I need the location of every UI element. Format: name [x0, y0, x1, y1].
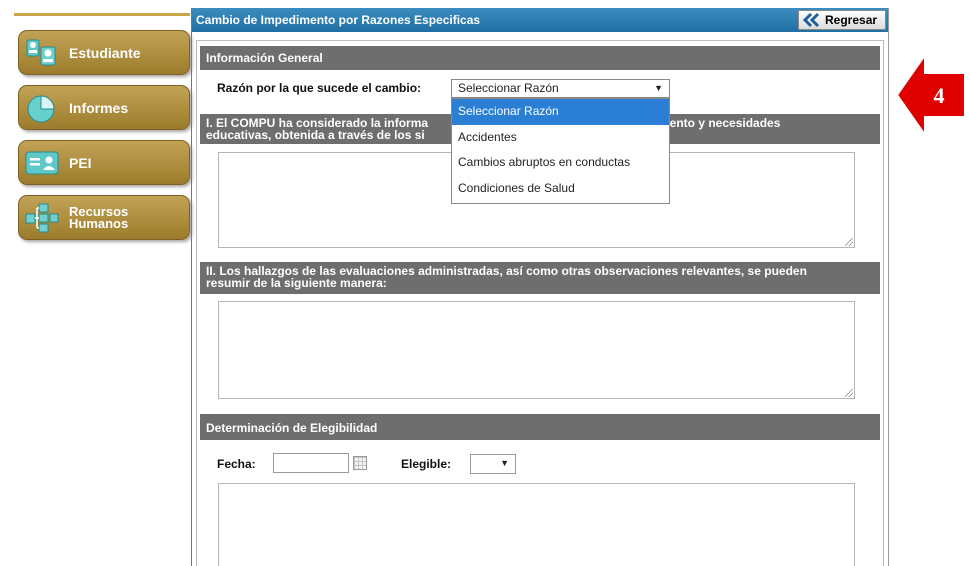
sidebar-item-pei[interactable]: PEI — [18, 140, 190, 185]
sidebar-item-recursos-humanos[interactable]: Recursos Humanos — [18, 195, 190, 240]
fecha-input[interactable] — [273, 453, 349, 473]
dropdown-arrow-icon: ▼ — [500, 458, 509, 468]
elegible-label: Elegible: — [401, 457, 452, 471]
sidebar-item-label: Recursos Humanos — [69, 205, 129, 231]
sidebar-item-label: PEI — [69, 154, 92, 171]
calendar-icon[interactable] — [353, 456, 367, 470]
id-card-icon — [25, 147, 59, 179]
section-hallazgos-line2: resumir de la siguiente manera: — [206, 276, 387, 290]
dropdown-arrow-icon: ▼ — [654, 83, 663, 93]
fecha-label: Fecha: — [217, 457, 256, 471]
page-header: Cambio de Impedimento por Razones Especi… — [192, 8, 888, 32]
pie-chart-icon — [25, 92, 59, 124]
reason-option[interactable]: Cambios abruptos en conductas — [452, 150, 669, 176]
section-title: Determinación de Elegibilidad — [206, 421, 378, 435]
section-hallazgos: II. Los hallazgos de las evaluaciones ad… — [200, 262, 880, 294]
elegibilidad-textarea[interactable] — [218, 483, 855, 566]
content-right-border — [888, 8, 889, 566]
back-button-label: Regresar — [825, 13, 878, 27]
reason-select[interactable]: Seleccionar Razón ▼ — [451, 79, 670, 98]
resize-grip-icon[interactable] — [845, 238, 853, 246]
sidebar-item-informes[interactable]: Informes — [18, 85, 190, 130]
back-button[interactable]: Regresar — [798, 10, 886, 30]
reason-option[interactable]: Accidentes — [452, 125, 669, 151]
org-chart-icon — [25, 202, 59, 234]
section-informacion-general: Información General — [200, 46, 880, 70]
sidebar-item-estudiante[interactable]: Estudiante — [18, 30, 190, 75]
resize-grip-icon[interactable] — [845, 389, 853, 397]
students-icon — [25, 37, 59, 69]
sidebar-item-label: Estudiante — [69, 44, 141, 61]
section-title: Información General — [206, 51, 323, 65]
elegible-select[interactable]: ▼ — [470, 454, 516, 474]
section-elegibilidad: Determinación de Elegibilidad — [200, 414, 880, 440]
sidebar-label-line2: Humanos — [69, 215, 129, 231]
reason-label: Razón por la que sucede el cambio: — [217, 81, 422, 95]
top-divider — [14, 13, 190, 16]
annotation-arrow-icon: 4 — [895, 51, 967, 139]
section-compu-line2: educativas, obtenida a través de los si — [206, 128, 425, 142]
double-chevron-left-icon — [801, 12, 823, 28]
page-title: Cambio de Impedimento por Razones Especi… — [196, 13, 481, 27]
reason-option[interactable]: Condiciones de Salud — [452, 176, 669, 202]
annotation-number: 4 — [934, 83, 945, 108]
sidebar-item-label: Informes — [69, 99, 129, 116]
reason-dropdown-list: Seleccionar Razón Accidentes Cambios abr… — [451, 98, 670, 204]
reason-option[interactable]: Seleccionar Razón — [452, 99, 669, 125]
hallazgos-textarea[interactable] — [218, 301, 855, 399]
content-left-border — [191, 8, 192, 566]
reason-select-value: Seleccionar Razón — [458, 81, 559, 95]
section-compu-line1-end: niento y necesidades — [659, 116, 781, 130]
